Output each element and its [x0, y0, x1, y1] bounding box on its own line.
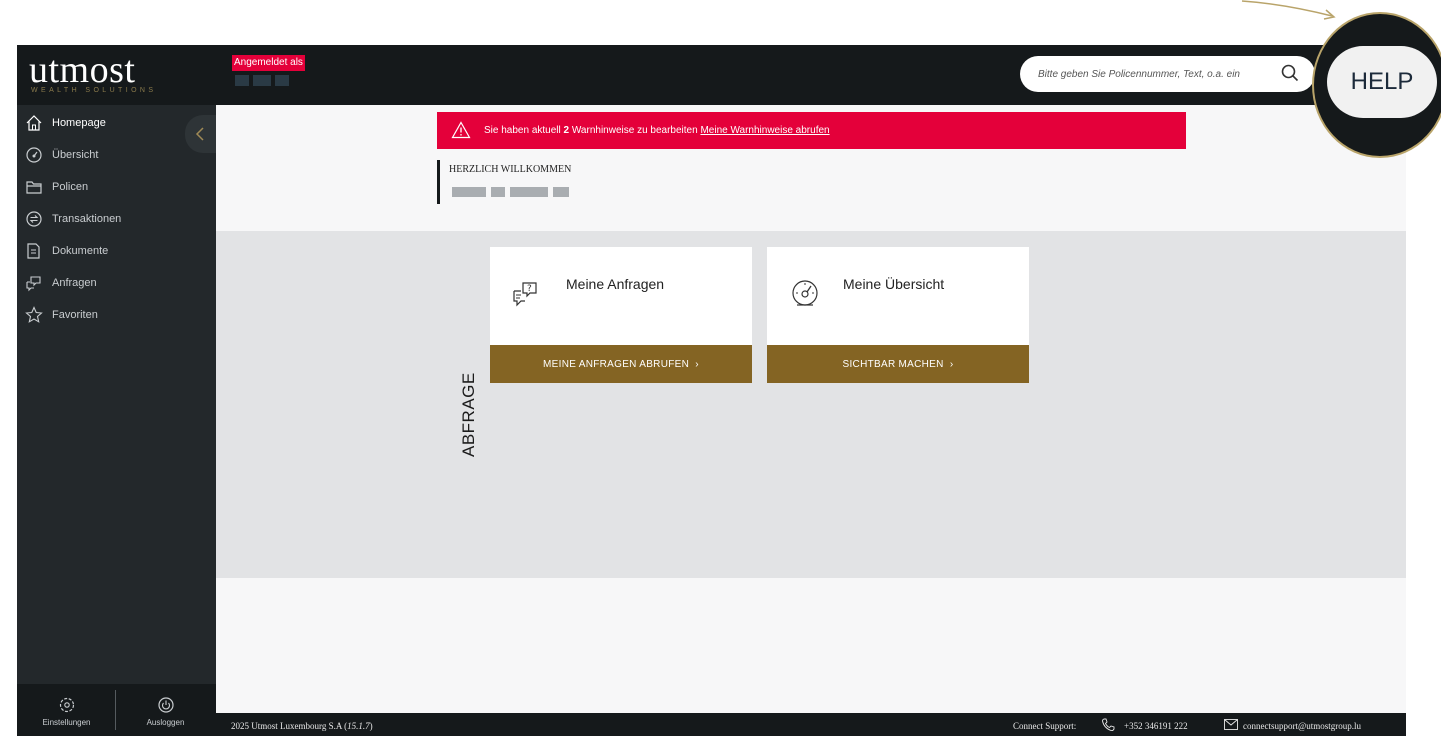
sidebar-item-favoriten[interactable]: Favoriten	[17, 301, 216, 329]
warning-prefix: Sie haben aktuell	[484, 125, 561, 136]
welcome-title: HERZLICH WILLKOMMEN	[449, 164, 572, 175]
star-icon	[25, 306, 43, 323]
sidebar-item-label: Transaktionen	[52, 213, 122, 225]
support-phone[interactable]: +352 346191 222	[1124, 721, 1188, 731]
sidebar-item-label: Favoriten	[52, 309, 98, 321]
sidebar-item-label: Übersicht	[52, 149, 99, 161]
gauge-icon	[26, 147, 42, 163]
app-window: utmost WEALTH SOLUTIONS Angemeldet als B…	[17, 45, 1406, 736]
question-chat-icon: ?	[513, 282, 537, 307]
button-label: MEINE ANFRAGEN ABRUFEN	[543, 358, 690, 370]
exchange-icon	[26, 211, 42, 227]
document-icon	[27, 243, 40, 259]
settings-label: Einstellungen	[42, 718, 91, 727]
main-content: Sie haben aktuell 2 Warnhinweise zu bear…	[216, 105, 1406, 713]
sidebar-item-policen[interactable]: Policen	[17, 173, 216, 201]
card-requests: ? Meine Anfragen MEINE ANFRAGEN ABRUFEN …	[490, 247, 752, 383]
home-icon	[26, 115, 42, 131]
warning-middle: Warnhinweise zu bearbeiten	[571, 125, 698, 136]
top-bar: utmost WEALTH SOLUTIONS Angemeldet als	[17, 45, 1406, 105]
welcome-block: HERZLICH WILLKOMMEN	[437, 160, 637, 204]
copyright-text: 2025 Utmost Luxembourg S.A	[231, 721, 342, 731]
sidebar-item-anfragen[interactable]: Anfragen	[17, 269, 216, 297]
folder-icon	[26, 181, 42, 194]
warning-text: Sie haben aktuell 2 Warnhinweise zu bear…	[484, 125, 830, 136]
logout-label: Ausloggen	[146, 718, 185, 727]
warnings-link[interactable]: Meine Warnhinweise abrufen	[700, 125, 829, 136]
warning-count: 2	[563, 125, 570, 136]
settings-button[interactable]: Einstellungen	[17, 684, 116, 736]
sidebar-item-uebersicht[interactable]: Übersicht	[17, 141, 216, 169]
power-icon	[158, 697, 174, 713]
sidebar-item-label: Anfragen	[52, 277, 97, 289]
card-title: Meine Anfragen	[566, 276, 665, 292]
card-title: Meine Übersicht	[843, 276, 945, 292]
speedometer-icon	[792, 280, 818, 306]
warning-banner: Sie haben aktuell 2 Warnhinweise zu bear…	[437, 112, 1186, 149]
sidebar-item-label: Homepage	[52, 117, 106, 129]
footer-copyright: 2025 Utmost Luxembourg S.A (15.1.7)	[231, 721, 373, 731]
chevron-right-icon: ›	[949, 358, 954, 370]
logo-subtitle: WEALTH SOLUTIONS	[31, 87, 157, 94]
gear-icon	[59, 697, 75, 713]
search-icon	[1281, 64, 1299, 81]
logout-button[interactable]: Ausloggen	[116, 684, 215, 736]
svg-text:?: ?	[527, 284, 532, 294]
help-button[interactable]: HELP	[1327, 46, 1437, 118]
sidebar-footer: Einstellungen Ausloggen	[17, 684, 216, 736]
search-input[interactable]	[1038, 64, 1268, 84]
user-name-redacted	[452, 187, 569, 197]
mail-icon	[1224, 719, 1238, 730]
make-visible-button[interactable]: SICHTBAR MACHEN ›	[767, 345, 1029, 383]
sidebar: Homepage Übersicht Policen Transaktionen	[17, 105, 216, 736]
warning-icon	[451, 121, 471, 139]
chevron-right-icon: ›	[695, 358, 699, 370]
support-label: Connect Support:	[1013, 721, 1077, 731]
logged-in-user-redacted	[235, 75, 290, 86]
search-box	[1020, 56, 1315, 92]
button-label: SICHTBAR MACHEN	[842, 358, 944, 370]
card-overview: Meine Übersicht SICHTBAR MACHEN ›	[767, 247, 1029, 383]
sidebar-item-label: Policen	[52, 181, 89, 193]
logo[interactable]: utmost	[29, 51, 135, 89]
support-email[interactable]: connectsupport@utmostgroup.lu	[1243, 721, 1361, 731]
search-button[interactable]	[1278, 62, 1302, 86]
content-band: ABFRAGE ? Meine Anfragen MEINE ANFRAGEN …	[216, 231, 1406, 578]
sidebar-item-dokumente[interactable]: Dokumente	[17, 237, 216, 265]
sidebar-item-homepage[interactable]: Homepage	[17, 109, 216, 137]
phone-icon	[1102, 718, 1115, 732]
annotation-arrow	[1241, 0, 1336, 20]
view-requests-button[interactable]: MEINE ANFRAGEN ABRUFEN ›	[490, 345, 752, 383]
sidebar-item-label: Dokumente	[52, 245, 109, 257]
footer: 2025 Utmost Luxembourg S.A (15.1.7) Conn…	[216, 713, 1406, 736]
version-text: 15.1.7	[347, 721, 370, 731]
sidebar-item-transaktionen[interactable]: Transaktionen	[17, 205, 216, 233]
logged-in-badge: Angemeldet als	[232, 55, 305, 71]
chat-icon	[26, 276, 41, 292]
section-label: ABFRAGE	[459, 372, 478, 457]
